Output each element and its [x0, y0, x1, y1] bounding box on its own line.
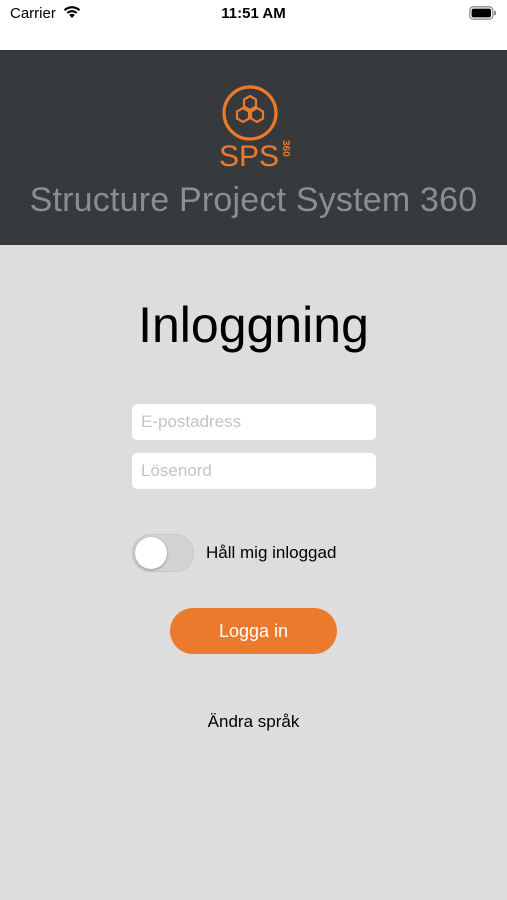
change-language-link[interactable]: Ändra språk — [0, 712, 507, 732]
clock-label: 11:51 AM — [221, 5, 286, 22]
status-bar: Carrier 11:51 AM — [0, 0, 507, 50]
svg-text:SPS: SPS — [219, 140, 279, 170]
email-field[interactable] — [132, 404, 376, 440]
svg-text:360: 360 — [280, 140, 291, 157]
battery-icon — [469, 6, 497, 25]
login-button[interactable]: Logga in — [170, 608, 337, 654]
remember-me-label: Håll mig inloggad — [206, 543, 337, 562]
password-field[interactable] — [132, 453, 376, 489]
page-title: Inloggning — [138, 297, 369, 353]
toggle-knob — [135, 537, 167, 569]
app-header: SPS 360 Structure Project System 360 — [0, 50, 507, 245]
app-name: Structure Project System 360 — [29, 181, 478, 219]
remember-me-toggle[interactable] — [132, 534, 194, 572]
sps-logo: SPS 360 — [213, 84, 295, 175]
